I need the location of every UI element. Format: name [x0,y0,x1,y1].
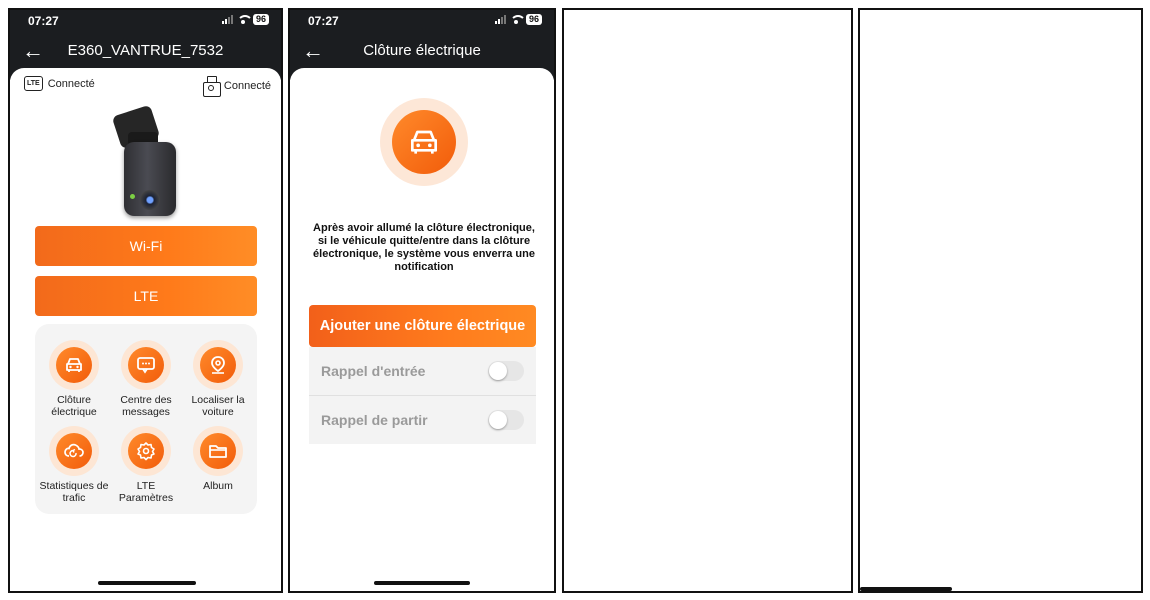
home-indicator[interactable] [98,581,196,585]
lte-connection-status: LTE Connecté [24,76,95,91]
entry-reminder-row: Rappel d'entrée [309,347,536,395]
content-sheet: LTE Connecté Connecté Wi-Fi LTE Clôture … [10,68,281,591]
tile-electric-fence[interactable]: Clôture électrique [39,340,109,418]
dashcam-image [110,104,184,220]
tile-traffic-stats[interactable]: Statistiques de trafic [39,426,109,504]
wifi-icon [236,15,253,24]
exit-reminder-label: Rappel de partir [321,412,428,428]
blank-screen [562,8,853,593]
dashcam-connection-status: Connecté [202,76,271,97]
signal-icon [494,15,506,24]
car-icon [66,358,82,372]
location-pin-icon [211,356,225,374]
electric-fence-hero [380,98,468,186]
exit-reminder-toggle[interactable] [488,410,524,430]
page-title: Clôture électrique [363,42,481,59]
wifi-icon [509,15,526,24]
tile-label: LTE Paramètres [118,480,174,504]
tile-lte-settings[interactable]: LTE Paramètres [111,426,181,504]
nav-bar: ← Clôture électrique [290,38,554,66]
tile-label: Statistiques de trafic [39,480,109,504]
status-time: 07:27 [308,14,339,28]
battery-icon: 96 [252,14,269,25]
home-indicator[interactable] [860,587,952,591]
entry-reminder-toggle[interactable] [488,361,524,381]
blank-screen [858,8,1143,593]
tile-album[interactable]: Album [183,426,253,492]
page-title: E360_VANTRUE_7532 [67,42,224,59]
tile-message-center[interactable]: Centre des messages [111,340,181,418]
message-icon [137,357,155,374]
device-home-screen: 07:27 96 ← E360_VANTRUE_7532 LTE Connect… [8,8,283,593]
tile-locate-car[interactable]: Localiser la voiture [183,340,253,418]
content-sheet: Après avoir allumé la clôture électroniq… [290,68,554,591]
tile-label: Localiser la voiture [191,394,245,418]
tile-label: Centre des messages [120,394,172,418]
electric-fence-screen: 07:27 96 ← Clôture électrique Après avoi… [288,8,556,593]
dashcam-icon [202,76,221,97]
nav-bar: ← E360_VANTRUE_7532 [10,38,281,66]
fence-description: Après avoir allumé la clôture électroniq… [313,222,535,273]
status-time: 07:27 [28,14,59,28]
tile-label: Clôture électrique [51,394,97,418]
exit-reminder-row: Rappel de partir [309,396,536,444]
settings-gear-icon [137,442,155,461]
folder-icon [209,445,227,458]
battery-icon: 96 [525,14,542,25]
dashcam-status-label: Connecté [223,80,271,92]
cloud-sync-icon [64,443,84,458]
lte-status-label: Connecté [47,77,95,90]
lte-icon: LTE [24,76,43,91]
entry-reminder-label: Rappel d'entrée [321,363,426,379]
wifi-button[interactable]: Wi-Fi [35,226,257,266]
car-icon [411,130,437,154]
feature-grid: Clôture électrique Centre des messages L… [35,324,257,514]
home-indicator[interactable] [374,581,470,585]
tile-label: Album [203,480,233,492]
signal-icon [221,15,233,24]
status-bar: 07:27 96 [290,10,554,32]
lte-button[interactable]: LTE [35,276,257,316]
status-bar: 07:27 96 [10,10,281,32]
add-electric-fence-button[interactable]: Ajouter une clôture électrique [309,305,536,347]
